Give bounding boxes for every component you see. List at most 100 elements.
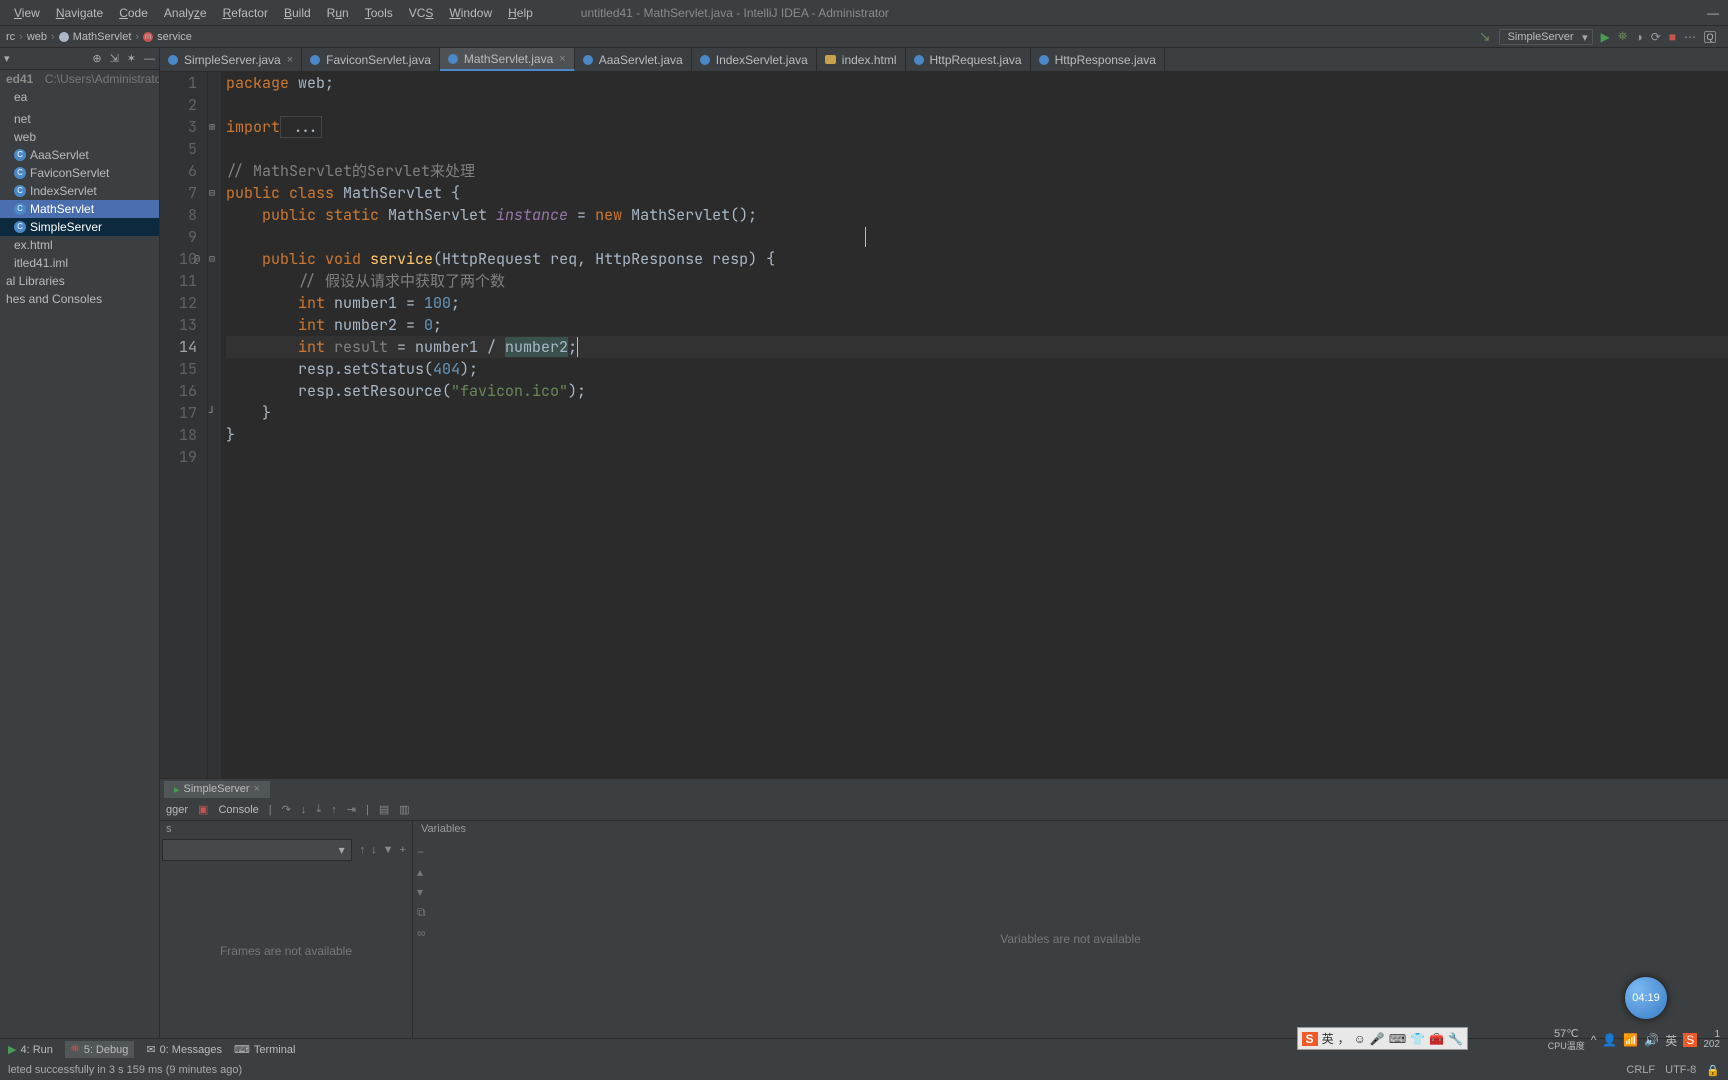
force-step-icon[interactable]: ⤓: [316, 803, 321, 816]
tree-class-selected[interactable]: CMathServlet: [0, 200, 159, 218]
sogou-icon[interactable]: S: [1302, 1032, 1318, 1046]
tree-class[interactable]: CSimpleServer: [0, 218, 159, 236]
coverage-icon[interactable]: ◑: [1635, 30, 1642, 44]
tree-class[interactable]: CFaviconServlet: [0, 164, 159, 182]
tree-file[interactable]: ex.html: [0, 236, 159, 254]
ime-toolbar[interactable]: S 英 ， ☺ 🎤 ⌨ 👕 🧰 🔧: [1297, 1027, 1468, 1050]
breadcrumb-item[interactable]: web: [27, 31, 47, 43]
step-over-icon[interactable]: ↷: [282, 803, 291, 816]
debug-toolwindow[interactable]: ⛯5: Debug: [65, 1041, 134, 1058]
tree-libraries[interactable]: al Libraries: [0, 272, 159, 290]
close-icon[interactable]: ×: [254, 783, 260, 795]
infinity-icon[interactable]: ∞: [417, 926, 426, 940]
editor-tab[interactable]: FaviconServlet.java: [302, 48, 440, 71]
fold-icon[interactable]: ⊟: [209, 182, 215, 204]
editor-tab[interactable]: IndexServlet.java: [692, 48, 817, 71]
tray-sound-icon[interactable]: 🔊: [1644, 1033, 1659, 1047]
minus-icon[interactable]: −: [417, 845, 426, 859]
tree-class[interactable]: CAaaServlet: [0, 146, 159, 164]
tree-file[interactable]: itled41.iml: [0, 254, 159, 272]
fold-icon[interactable]: ⊞: [209, 116, 215, 138]
menu-vcs[interactable]: VCS: [401, 2, 442, 24]
run-to-cursor-icon[interactable]: ⇥: [347, 803, 356, 816]
minimize-icon[interactable]: —: [1698, 6, 1728, 20]
filter-icon[interactable]: ▼: [383, 844, 394, 856]
override-icon[interactable]: @: [194, 248, 200, 270]
fold-bar[interactable]: ⊞ ⊟ @ ⊟ ┘: [208, 72, 222, 778]
terminal-toolwindow[interactable]: ⌨Terminal: [234, 1043, 295, 1056]
profile-icon[interactable]: ⟳: [1651, 30, 1661, 44]
menu-refactor[interactable]: Refactor: [215, 2, 276, 24]
lock-icon[interactable]: 🔒: [1706, 1064, 1720, 1077]
tray-wifi-icon[interactable]: 📶: [1623, 1033, 1638, 1047]
close-icon[interactable]: ×: [287, 54, 293, 66]
run-icon[interactable]: ▶: [1601, 30, 1610, 44]
close-icon[interactable]: ×: [559, 53, 565, 65]
encoding-label[interactable]: UTF-8: [1665, 1064, 1696, 1076]
step-out-icon[interactable]: ↑: [331, 804, 337, 816]
ime-emoji-icon[interactable]: ☺: [1354, 1032, 1366, 1046]
breadcrumb-item[interactable]: rc: [6, 31, 15, 43]
target-icon[interactable]: ⊕: [92, 52, 101, 65]
copy-icon[interactable]: ⧉: [417, 905, 426, 920]
fold-icon[interactable]: ⊟: [209, 248, 215, 270]
more-icon[interactable]: ▥: [399, 803, 409, 816]
line-ending-label[interactable]: CRLF: [1626, 1064, 1655, 1076]
editor-tab[interactable]: HttpRequest.java: [906, 48, 1031, 71]
tray-up-icon[interactable]: ^: [1591, 1033, 1597, 1047]
ime-toolbox-icon[interactable]: 🧰: [1429, 1032, 1444, 1046]
tree-folder[interactable]: ea: [0, 88, 159, 106]
thread-dropdown[interactable]: ▾: [162, 839, 352, 861]
menu-window[interactable]: Window: [441, 2, 500, 24]
build-icon[interactable]: ↘: [1479, 28, 1491, 45]
ime-punct-icon[interactable]: ，: [1338, 1030, 1350, 1047]
code-editor[interactable]: 1 2 3 5 6 7 8 9 10 11 12 13 14 15 16 17 …: [160, 72, 1728, 778]
menu-code[interactable]: Code: [111, 2, 156, 24]
collapse-icon[interactable]: ⇲: [110, 52, 119, 65]
tree-pkg[interactable]: web: [0, 128, 159, 146]
menu-run[interactable]: Run: [319, 2, 357, 24]
evaluate-icon[interactable]: ▤: [379, 803, 389, 816]
breadcrumb-item[interactable]: MathServlet: [73, 31, 132, 43]
menu-analyze[interactable]: Analyze: [156, 2, 215, 24]
run-config-dropdown[interactable]: SimpleServer: [1499, 29, 1593, 45]
tray-clock[interactable]: 1 202: [1703, 1030, 1720, 1050]
menu-navigate[interactable]: Navigate: [48, 2, 111, 24]
dropdown-icon[interactable]: ▾: [4, 52, 10, 65]
editor-tab[interactable]: SimpleServer.java×: [160, 48, 302, 71]
line-gutter[interactable]: 1 2 3 5 6 7 8 9 10 11 12 13 14 15 16 17 …: [160, 72, 208, 778]
hide-icon[interactable]: —: [144, 53, 155, 65]
add-icon[interactable]: +: [400, 844, 406, 856]
timer-badge[interactable]: 04:19: [1624, 976, 1668, 1020]
stop-icon[interactable]: ■: [1669, 30, 1676, 44]
project-tree[interactable]: ed41 C:\Users\Administrator\Idea ea net …: [0, 70, 159, 1038]
down-icon[interactable]: ↓: [371, 844, 377, 856]
debugger-tab[interactable]: gger: [166, 804, 188, 816]
up-icon[interactable]: ▴: [417, 865, 426, 879]
ime-keyboard-icon[interactable]: ⌨: [1389, 1032, 1406, 1046]
editor-tab-active[interactable]: MathServlet.java×: [440, 48, 575, 71]
tree-pkg[interactable]: net: [0, 110, 159, 128]
tray-lang[interactable]: 英: [1665, 1032, 1677, 1049]
debug-session[interactable]: ▸ SimpleServer ×: [164, 781, 270, 798]
menu-view[interactable]: View: [6, 2, 48, 24]
messages-toolwindow[interactable]: ✉0: Messages: [146, 1043, 222, 1056]
ime-mic-icon[interactable]: 🎤: [1370, 1032, 1385, 1046]
debug-icon[interactable]: ⛯: [1618, 29, 1628, 44]
run-toolwindow[interactable]: ▶4: Run: [8, 1043, 53, 1056]
menu-tools[interactable]: Tools: [357, 2, 401, 24]
up-icon[interactable]: ↑: [360, 844, 366, 856]
editor-tab[interactable]: HttpResponse.java: [1031, 48, 1165, 71]
ime-skin-icon[interactable]: 👕: [1410, 1032, 1425, 1046]
ime-lang[interactable]: 英: [1322, 1030, 1334, 1047]
menu-build[interactable]: Build: [276, 2, 319, 24]
tree-consoles[interactable]: hes and Consoles: [0, 290, 159, 308]
search-everywhere-icon[interactable]: Q: [1704, 31, 1716, 43]
settings-icon[interactable]: ✶: [127, 52, 136, 65]
editor-tab[interactable]: index.html: [817, 48, 906, 71]
menu-help[interactable]: Help: [500, 2, 541, 24]
down-icon[interactable]: ▾: [417, 885, 426, 899]
code-area[interactable]: package web; import ... // MathServlet的S…: [222, 72, 1728, 778]
step-into-icon[interactable]: ↓: [301, 804, 307, 816]
console-tab[interactable]: Console: [218, 804, 258, 816]
